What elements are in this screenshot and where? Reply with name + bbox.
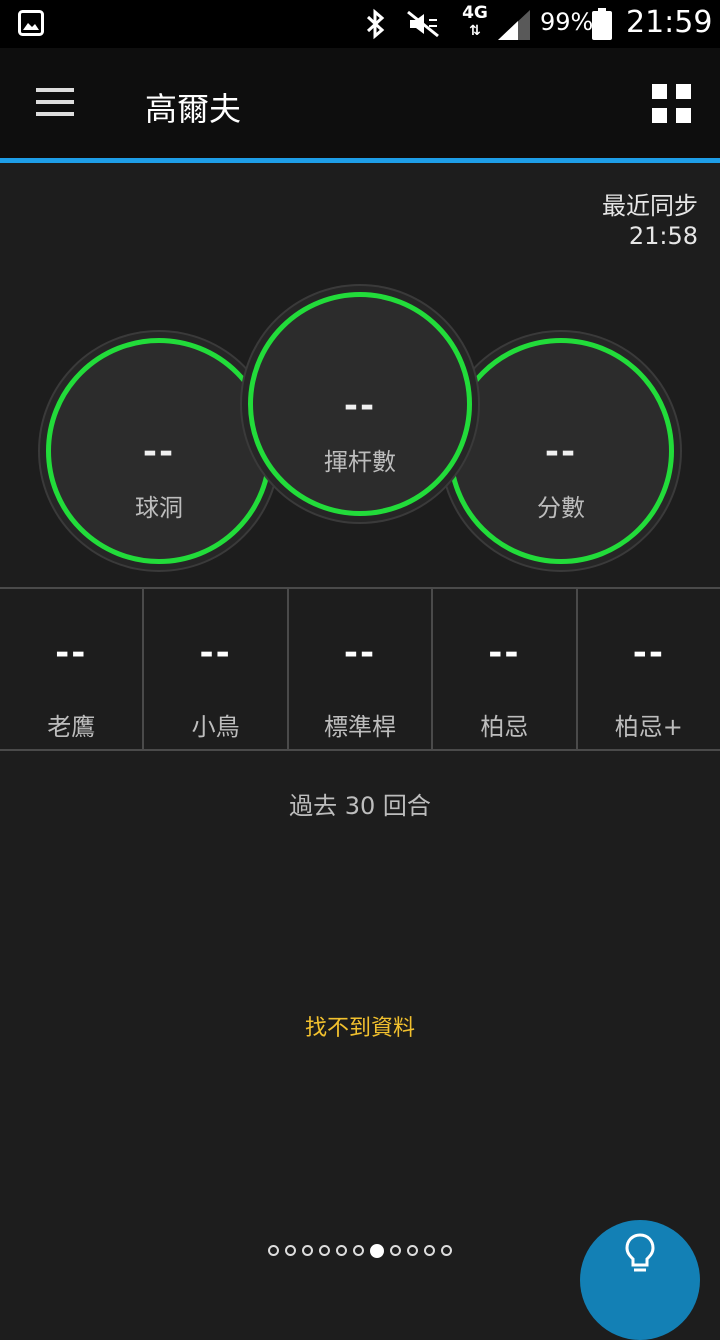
last-sync-label: 最近同步 [602,192,698,220]
period-label: 過去 30 回合 [289,792,431,820]
stat-label: 標準桿 [324,713,397,741]
page-dot[interactable] [441,1245,452,1256]
page-dot[interactable] [336,1245,347,1256]
page-dot[interactable] [390,1245,401,1256]
grid-view-icon[interactable] [652,84,692,124]
lightbulb-icon [625,1233,655,1272]
score-label: 分數 [537,494,585,522]
page-dot-active[interactable] [370,1244,384,1258]
network-label: 4G [462,3,488,23]
stat-label: 老鷹 [47,713,96,741]
signal-icon [498,10,530,40]
page-dot[interactable] [319,1245,330,1256]
holes-label: 球洞 [135,494,183,522]
battery-percent: 99% [540,8,594,36]
page-dot[interactable] [424,1245,435,1256]
page-dot[interactable] [353,1245,364,1256]
strokes-circle[interactable]: -- 揮杆數 [248,292,472,516]
page-title: 高爾夫 [145,90,242,128]
network-type: 4G ⇅ [458,4,492,44]
score-circle[interactable]: -- 分數 [448,338,674,564]
page-dot[interactable] [407,1245,418,1256]
page-dot[interactable] [285,1245,296,1256]
stat-bogey: -- 柏忌 [433,589,578,749]
tips-button[interactable] [580,1220,700,1340]
holes-value: -- [142,432,176,472]
page-dot[interactable] [268,1245,279,1256]
battery-icon [592,8,612,40]
app-bar: 高爾夫 [0,48,720,160]
stat-value: -- [488,633,521,673]
status-clock: 21:59 [626,5,713,40]
stat-bogey-plus: -- 柏忌+ [578,589,720,749]
bluetooth-icon [366,8,385,40]
stat-birdie: -- 小鳥 [144,589,289,749]
no-data-message: 找不到資料 [304,1016,415,1041]
vibrate-mute-icon [407,10,439,38]
strokes-label: 揮杆數 [324,448,396,476]
accent-divider [0,158,720,163]
stat-value: -- [55,633,88,673]
last-sync-time: 21:58 [628,222,698,250]
score-stats-row: -- 老鷹 -- 小鳥 -- 標準桿 -- 柏忌 -- 柏忌+ [0,587,720,751]
holes-circle[interactable]: -- 球洞 [46,338,272,564]
hamburger-menu-icon[interactable] [36,88,76,120]
page-dot[interactable] [302,1245,313,1256]
data-arrows-icon: ⇅ [469,23,481,39]
strokes-value: -- [343,386,377,426]
score-value: -- [544,432,578,472]
stat-value: -- [199,633,232,673]
gallery-notification-icon [18,10,44,36]
stat-eagle: -- 老鷹 [0,589,145,749]
stat-value: -- [343,633,377,673]
status-bar: 4G ⇅ 99% 21:59 [0,0,720,48]
stat-label: 小鳥 [191,713,240,741]
stat-label: 柏忌 [480,713,529,741]
stat-value: -- [632,633,665,673]
stat-label: 柏忌+ [614,713,683,741]
stat-par: -- 標準桿 [289,589,434,749]
